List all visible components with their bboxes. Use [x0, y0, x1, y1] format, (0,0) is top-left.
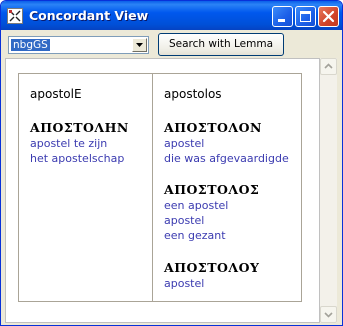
- close-button[interactable]: [318, 6, 339, 27]
- concordance-table: apostolE ΑΠΟΣΤΟΛΗΝ apostel te zijn het a…: [18, 73, 302, 302]
- version-select[interactable]: nbgGS: [8, 36, 149, 54]
- gloss-link[interactable]: het apostelschap: [30, 151, 124, 166]
- concordant-view-window: Concordant View nbgGS Search with Lemma …: [0, 0, 343, 326]
- title-bar[interactable]: Concordant View: [1, 1, 342, 30]
- gloss-link[interactable]: apostel: [164, 136, 204, 151]
- search-with-lemma-button[interactable]: Search with Lemma: [158, 33, 284, 56]
- minimize-button[interactable]: [272, 6, 293, 27]
- gloss-link[interactable]: een gezant: [164, 228, 226, 243]
- vertical-scrollbar[interactable]: [320, 58, 337, 323]
- scroll-down-button[interactable]: [320, 306, 337, 323]
- gloss-link[interactable]: apostel: [164, 276, 204, 291]
- greek-form[interactable]: ΑΠΟΣΤΟΛΗΝ: [30, 120, 129, 135]
- maximize-button[interactable]: [295, 6, 316, 27]
- toolbar: nbgGS Search with Lemma: [1, 30, 342, 58]
- chevron-up-icon: [324, 63, 333, 69]
- greek-form[interactable]: ΑΠΟΣΤΟΛΟΥ: [164, 260, 259, 275]
- greek-form[interactable]: ΑΠΟΣΤΟΛΟΣ: [164, 182, 259, 197]
- chevron-down-icon: [324, 312, 333, 318]
- dropdown-arrow-button[interactable]: [132, 38, 147, 52]
- maximize-icon: [300, 11, 311, 22]
- column-divider: [152, 74, 153, 301]
- close-icon: [322, 10, 335, 23]
- concordance-pane: apostolE ΑΠΟΣΤΟΛΗΝ apostel te zijn het a…: [5, 58, 320, 323]
- gloss-link[interactable]: een apostel: [164, 198, 228, 213]
- lemma-heading: apostolos: [164, 87, 222, 101]
- version-select-value: nbgGS: [11, 39, 50, 51]
- lemma-heading: apostolE: [30, 87, 82, 101]
- greek-form[interactable]: ΑΠΟΣΤΟΛΟΝ: [164, 120, 262, 135]
- minimize-icon: [278, 19, 285, 22]
- gloss-link[interactable]: apostel: [164, 213, 204, 228]
- gloss-link[interactable]: apostel te zijn: [30, 136, 107, 151]
- scroll-up-button[interactable]: [320, 58, 337, 75]
- app-icon[interactable]: [7, 8, 23, 24]
- window-title: Concordant View: [29, 8, 149, 23]
- gloss-link[interactable]: die was afgevaardigde: [164, 151, 289, 166]
- chevron-down-icon: [136, 43, 143, 47]
